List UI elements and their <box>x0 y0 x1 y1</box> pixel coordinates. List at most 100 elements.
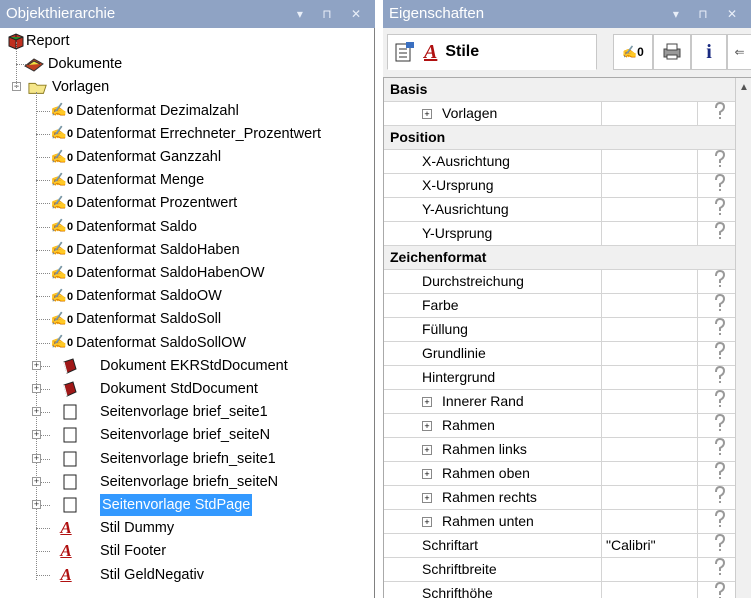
property-value[interactable] <box>602 366 698 390</box>
printer-tab-button[interactable] <box>653 34 691 70</box>
property-value[interactable] <box>602 318 698 342</box>
panel-window-controls[interactable]: ▾ ⊓ ✕ <box>673 0 745 28</box>
property-row[interactable]: X-Ausrichtung <box>384 149 735 174</box>
tree-node-item[interactable]: ✍0 Datenformat SaldoSollOW <box>0 332 375 354</box>
tree-node-item[interactable]: A Stil GeldNegativ <box>0 564 375 586</box>
property-value[interactable] <box>602 102 698 126</box>
tree-node-item[interactable]: ✍0 Datenformat SaldoHaben <box>0 239 375 261</box>
help-icon[interactable] <box>698 485 735 510</box>
format-tab-button[interactable]: ✍0 <box>613 34 653 70</box>
property-value[interactable] <box>602 390 698 414</box>
property-value[interactable] <box>602 174 698 198</box>
help-icon[interactable] <box>698 221 735 246</box>
help-icon[interactable] <box>698 509 735 534</box>
help-icon[interactable] <box>698 173 735 198</box>
property-row[interactable]: Füllung <box>384 317 735 342</box>
expand-icon[interactable]: + <box>422 493 432 503</box>
help-icon[interactable] <box>698 413 735 438</box>
property-row[interactable]: Farbe <box>384 293 735 318</box>
tree-node-item[interactable]: Seitenvorlage briefn_seiteN <box>0 471 375 493</box>
property-value[interactable] <box>602 486 698 510</box>
tree-node-item[interactable]: ✍0 Datenformat Menge <box>0 169 375 191</box>
property-row[interactable]: Hintergrund <box>384 365 735 390</box>
property-row[interactable]: Durchstreichung <box>384 269 735 294</box>
panel-window-controls[interactable]: ▾ ⊓ ✕ <box>297 0 369 28</box>
property-sheet-icon[interactable] <box>394 41 416 63</box>
properties-title-bar[interactable]: Eigenschaften ▾ ⊓ ✕ <box>383 0 751 28</box>
property-value[interactable] <box>602 510 698 534</box>
category-zeichenformat[interactable]: Zeichenformat <box>384 246 735 270</box>
property-row[interactable]: + Rahmen <box>384 413 735 438</box>
tree-node-vorlagen[interactable]: Vorlagen <box>0 76 375 98</box>
property-value[interactable] <box>602 270 698 294</box>
expand-icon[interactable]: + <box>422 397 432 407</box>
property-value[interactable] <box>602 150 698 174</box>
help-icon[interactable] <box>698 317 735 342</box>
category-basis[interactable]: Basis <box>384 78 735 102</box>
tree-node-item[interactable]: A Stil Footer <box>0 540 375 562</box>
category-position[interactable]: Position <box>384 126 735 150</box>
property-value[interactable] <box>602 462 698 486</box>
property-grid-scrollbar[interactable]: ▲ <box>735 78 751 598</box>
tree-node-report[interactable]: Report <box>0 30 375 52</box>
object-hierarchy-title-bar[interactable]: Objekthierarchie ▾ ⊓ ✕ <box>0 0 375 28</box>
tab-stile[interactable]: A Stile <box>387 34 597 70</box>
tree-node-item[interactable]: ✍0 Datenformat Dezimalzahl <box>0 100 375 122</box>
tree-node-item[interactable]: ✍0 Datenformat SaldoHabenOW <box>0 262 375 284</box>
property-value[interactable] <box>602 198 698 222</box>
tree-node-item[interactable]: ✍0 Datenformat Ganzzahl <box>0 146 375 168</box>
property-row[interactable]: Y-Ausrichtung <box>384 197 735 222</box>
expand-icon[interactable]: + <box>422 469 432 479</box>
property-row[interactable]: Schriftart "Calibri" <box>384 533 735 558</box>
tree-node-item[interactable]: Seitenvorlage briefn_seite1 <box>0 448 375 470</box>
tree-node-item[interactable]: Seitenvorlage StdPage <box>0 494 375 516</box>
help-icon[interactable] <box>698 101 735 126</box>
help-icon[interactable] <box>698 269 735 294</box>
help-icon[interactable] <box>698 365 735 390</box>
help-icon[interactable] <box>698 197 735 222</box>
property-row[interactable]: Y-Ursprung <box>384 221 735 246</box>
tree-node-item[interactable]: A Stil Dummy <box>0 517 375 539</box>
help-icon[interactable] <box>698 341 735 366</box>
property-row[interactable]: + Rahmen oben <box>384 461 735 486</box>
property-value[interactable] <box>602 582 698 598</box>
scroll-up-icon[interactable]: ▲ <box>739 82 749 93</box>
property-row[interactable]: Schriftbreite <box>384 557 735 582</box>
help-icon[interactable] <box>698 557 735 582</box>
tree-node-item[interactable]: ✍0 Datenformat SaldoOW <box>0 285 375 307</box>
tree-node-dokumente[interactable]: Dokumente <box>0 53 375 75</box>
property-row[interactable]: Grundlinie <box>384 341 735 366</box>
tree-node-item[interactable]: Seitenvorlage brief_seiteN <box>0 424 375 446</box>
tree-node-item[interactable]: ✍0 Datenformat SaldoSoll <box>0 308 375 330</box>
help-icon[interactable] <box>698 293 735 318</box>
tree-node-item[interactable]: ✍0 Datenformat Saldo <box>0 216 375 238</box>
help-icon[interactable] <box>698 581 735 598</box>
property-value[interactable] <box>602 414 698 438</box>
property-row[interactable]: + Rahmen rechts <box>384 485 735 510</box>
help-icon[interactable] <box>698 389 735 414</box>
tree-node-item[interactable]: ✍0 Datenformat Errechneter_Prozentwert <box>0 123 375 145</box>
expand-icon[interactable]: + <box>422 445 432 455</box>
expand-icon[interactable]: + <box>422 421 432 431</box>
property-value[interactable] <box>602 294 698 318</box>
property-row[interactable]: Schrifthöhe <box>384 581 735 598</box>
property-row[interactable]: + Rahmen links <box>384 437 735 462</box>
help-icon[interactable] <box>698 437 735 462</box>
property-row[interactable]: + Innerer Rand <box>384 389 735 414</box>
more-tab-button[interactable]: ⇐ <box>727 34 751 70</box>
property-row[interactable]: + Vorlagen <box>384 101 735 126</box>
help-icon[interactable] <box>698 149 735 174</box>
property-row[interactable]: X-Ursprung <box>384 173 735 198</box>
tree-node-item[interactable]: Dokument StdDocument <box>0 378 375 400</box>
property-row[interactable]: + Rahmen unten <box>384 509 735 534</box>
tree-node-item[interactable]: Dokument EKRStdDocument <box>0 355 375 377</box>
object-tree[interactable]: Report Dokumente Vorlagen − ✍0 Datenformat De… <box>0 28 375 598</box>
property-value[interactable] <box>602 438 698 462</box>
expand-icon[interactable]: + <box>422 517 432 527</box>
tree-node-item[interactable]: Seitenvorlage brief_seite1 <box>0 401 375 423</box>
info-tab-button[interactable]: i <box>691 34 727 70</box>
property-grid[interactable]: Basis + Vorlagen Position X-Ausrichtung X-Urs… <box>383 78 735 598</box>
property-value[interactable] <box>602 222 698 246</box>
property-value[interactable] <box>602 342 698 366</box>
tree-node-item[interactable]: ✍0 Datenformat Prozentwert <box>0 192 375 214</box>
